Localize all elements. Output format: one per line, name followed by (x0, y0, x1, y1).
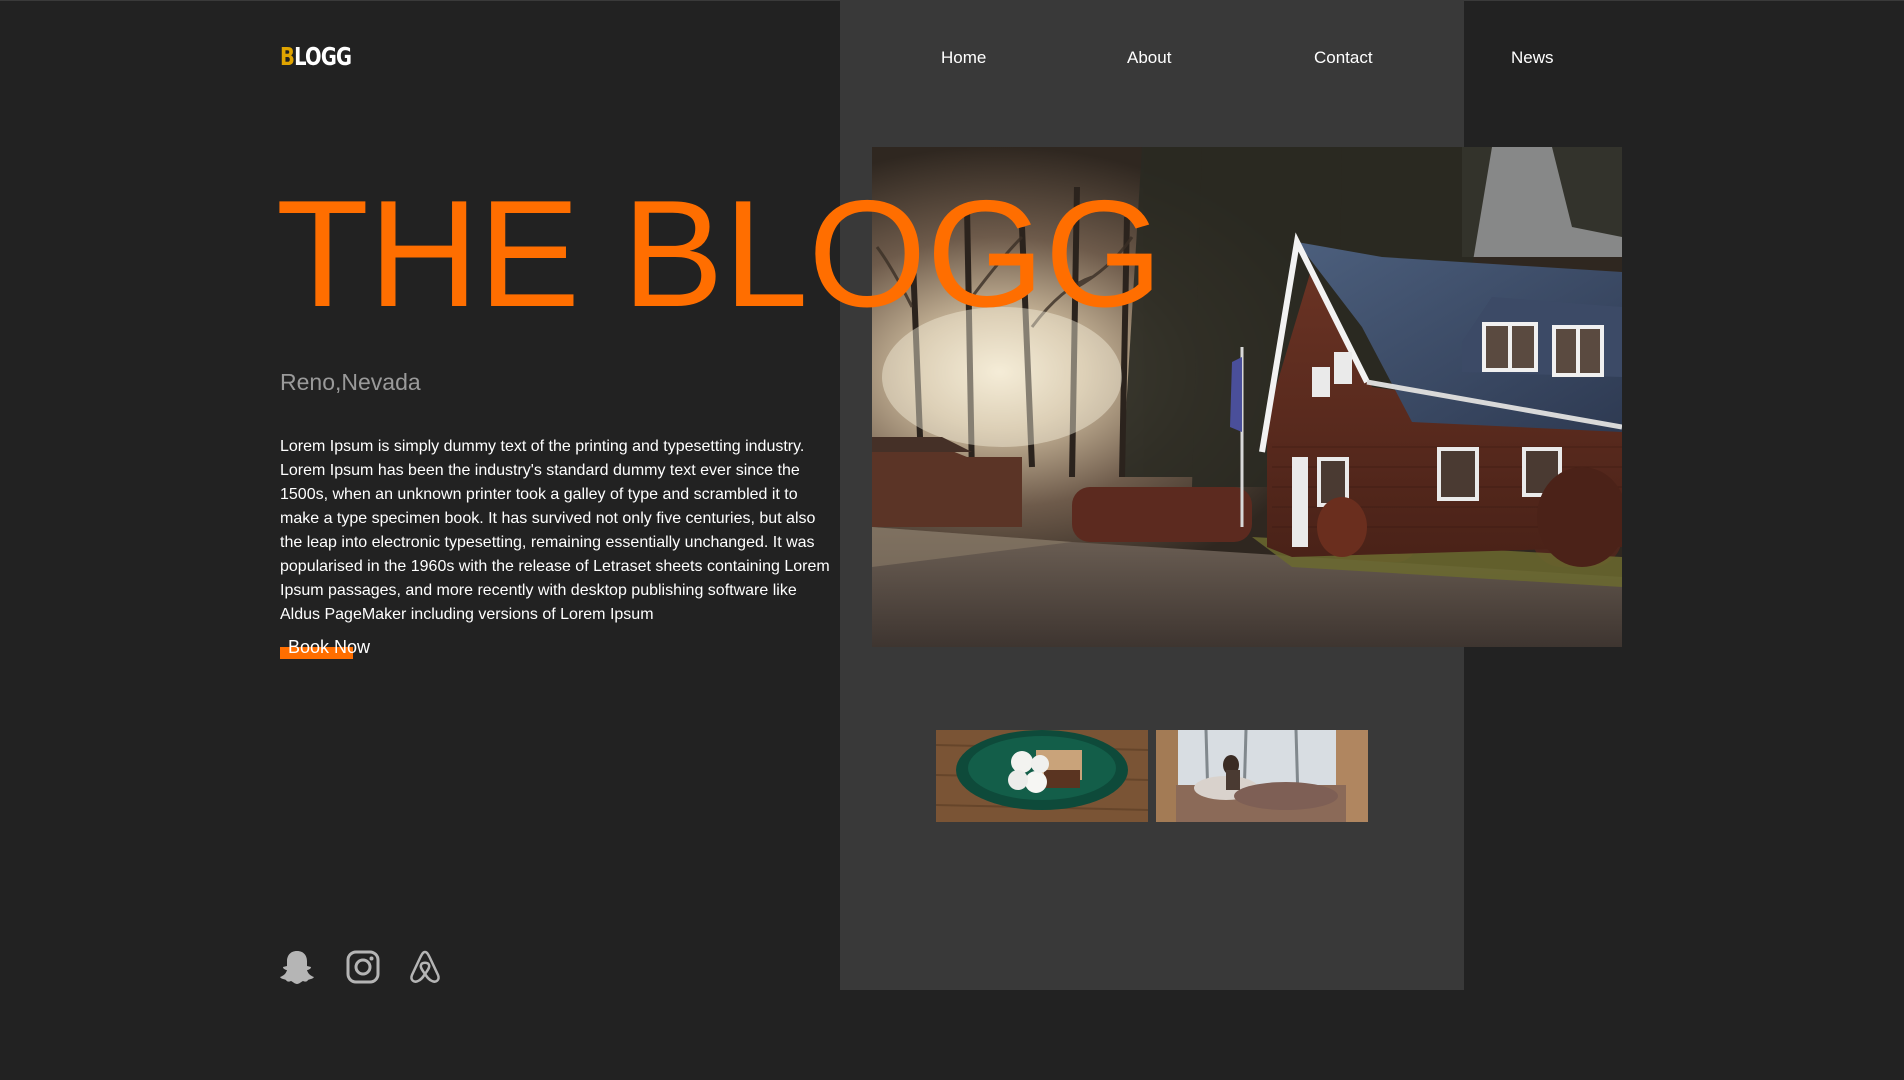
logo[interactable]: BLOGG (280, 42, 352, 71)
hero-title: THE BLOGG (276, 169, 1163, 339)
instagram-icon[interactable] (344, 948, 382, 986)
nav-news-link[interactable]: News (1511, 48, 1554, 68)
cabin-bed-window-thumbnail[interactable] (1156, 730, 1368, 822)
airbnb-icon[interactable] (406, 948, 444, 986)
book-now-button[interactable]: Book Now (280, 637, 390, 661)
page: BLOGG Home About Contact News THE BLOGG … (0, 0, 1904, 1080)
logo-initial: B (280, 42, 295, 71)
snapchat-icon[interactable] (278, 948, 316, 986)
nav-about-link[interactable]: About (1127, 48, 1171, 68)
hero-description: Lorem Ipsum is simply dummy text of the … (280, 438, 830, 623)
logo-rest: LOGG (294, 42, 352, 71)
book-now-label: Book Now (288, 637, 371, 657)
smores-plate-thumbnail[interactable] (936, 730, 1148, 822)
nav-home-link[interactable]: Home (941, 48, 986, 68)
location-subtitle: Reno,Nevada (280, 369, 421, 395)
nav-contact-link[interactable]: Contact (1314, 48, 1373, 68)
